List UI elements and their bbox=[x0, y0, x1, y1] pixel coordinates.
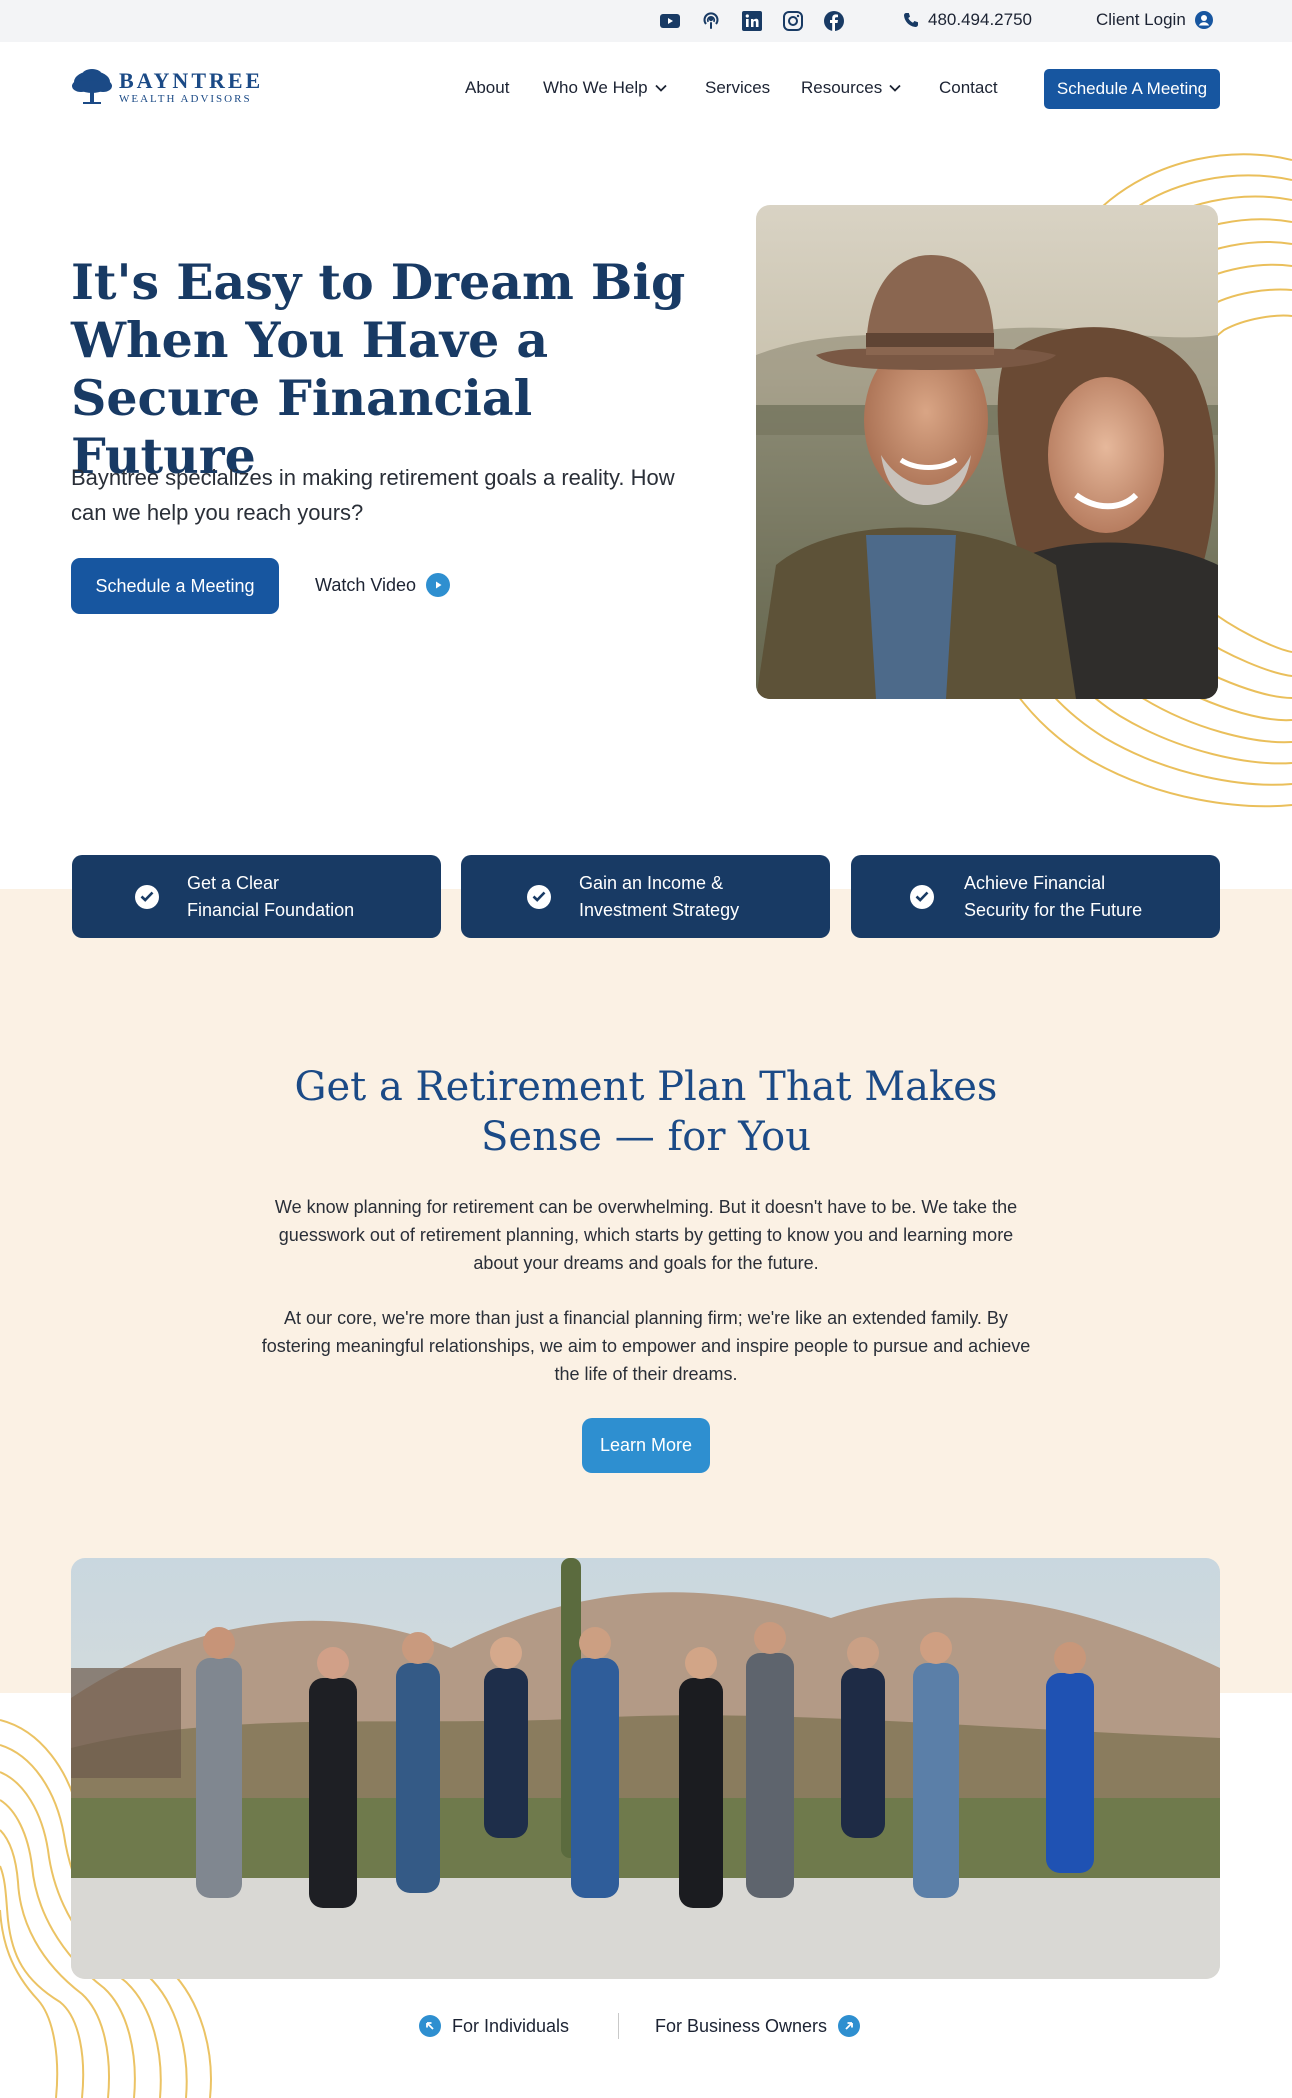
section-title: Get a Retirement Plan That Makes Sense —… bbox=[294, 1064, 998, 1160]
nav-contact[interactable]: Contact bbox=[939, 78, 998, 98]
nav-services[interactable]: Services bbox=[705, 78, 770, 98]
chevron-down-icon bbox=[654, 84, 667, 92]
phone-icon bbox=[904, 13, 918, 27]
for-individuals-label: For Individuals bbox=[452, 2015, 570, 2036]
hero-schedule-button[interactable]: Schedule a Meeting bbox=[71, 558, 279, 614]
benefit-line: Financial Foundation bbox=[187, 899, 355, 920]
benefit-line: Get a Clear bbox=[187, 872, 280, 893]
check-circle-icon bbox=[135, 884, 159, 909]
hero-title: It's Easy to Dream Big When You Have a S… bbox=[71, 253, 686, 485]
logo-wordmark: BAYNTREE bbox=[119, 67, 264, 93]
benefit-line: Security for the Future bbox=[964, 899, 1143, 920]
phone-link[interactable]: 480.494.2750 bbox=[903, 10, 1032, 30]
divider bbox=[618, 2013, 619, 2039]
nav-resources-label: Resources bbox=[801, 78, 883, 97]
client-login-label: Client Login bbox=[1096, 10, 1186, 29]
benefit-line: Achieve Financial bbox=[964, 872, 1106, 893]
section-paragraph: We know planning for retirement can be o… bbox=[274, 1197, 1018, 1273]
nav-about[interactable]: About bbox=[465, 78, 509, 98]
watch-video-link[interactable]: Watch Video bbox=[315, 573, 451, 597]
benefit-card-security: Achieve Financial Security for the Futur… bbox=[851, 855, 1220, 938]
linkedin-icon[interactable] bbox=[740, 9, 764, 33]
check-circle-icon bbox=[910, 884, 934, 909]
nav-who-we-help[interactable]: Who We Help bbox=[543, 78, 667, 98]
check-circle-icon bbox=[527, 884, 551, 909]
arrow-up-right-icon bbox=[838, 2015, 861, 2037]
nav-services-label: Services bbox=[705, 78, 771, 97]
logo[interactable]: BAYNTREE WEALTH ADVISORS bbox=[71, 68, 263, 106]
podcast-icon[interactable] bbox=[699, 9, 723, 33]
for-business-owners-label: For Business Owners bbox=[655, 2015, 828, 2036]
hero-subtitle: Bayntree specializes in making retiremen… bbox=[71, 465, 675, 525]
facebook-icon[interactable] bbox=[822, 9, 846, 33]
header-schedule-button[interactable]: Schedule A Meeting bbox=[1044, 69, 1220, 109]
hero-couple-photo bbox=[756, 205, 1218, 699]
instagram-icon[interactable] bbox=[781, 9, 805, 33]
arrow-up-left-icon bbox=[419, 2015, 441, 2037]
benefit-line: Gain an Income & bbox=[579, 872, 724, 893]
play-icon bbox=[426, 573, 451, 597]
section-paragraph: At our core, we're more than just a fina… bbox=[261, 1308, 1031, 1384]
phone-number: 480.494.2750 bbox=[928, 10, 1032, 29]
watch-video-label: Watch Video bbox=[315, 574, 417, 595]
benefit-card-foundation: Get a Clear Financial Foundation bbox=[72, 855, 441, 938]
for-business-owners-link[interactable]: For Business Owners bbox=[655, 2015, 861, 2037]
team-photo bbox=[71, 1558, 1220, 1979]
nav-who-we-help-label: Who We Help bbox=[543, 78, 648, 97]
nav-resources[interactable]: Resources bbox=[801, 78, 901, 98]
tree-logo-icon bbox=[72, 69, 112, 104]
social-links bbox=[658, 9, 863, 33]
benefit-card-income: Gain an Income & Investment Strategy bbox=[461, 855, 830, 938]
client-login-link[interactable]: Client Login bbox=[1096, 10, 1213, 30]
logo-tagline: WEALTH ADVISORS bbox=[119, 92, 252, 105]
nav-contact-label: Contact bbox=[939, 78, 998, 97]
youtube-icon[interactable] bbox=[658, 9, 682, 33]
benefit-line: Investment Strategy bbox=[579, 899, 740, 920]
learn-more-button[interactable]: Learn More bbox=[582, 1418, 710, 1473]
utility-bar: 480.494.2750 Client Login bbox=[0, 0, 1292, 42]
user-icon bbox=[1194, 11, 1213, 29]
chevron-down-icon bbox=[889, 84, 901, 92]
nav-about-label: About bbox=[465, 78, 510, 97]
for-individuals-link[interactable]: For Individuals bbox=[419, 2015, 569, 2037]
